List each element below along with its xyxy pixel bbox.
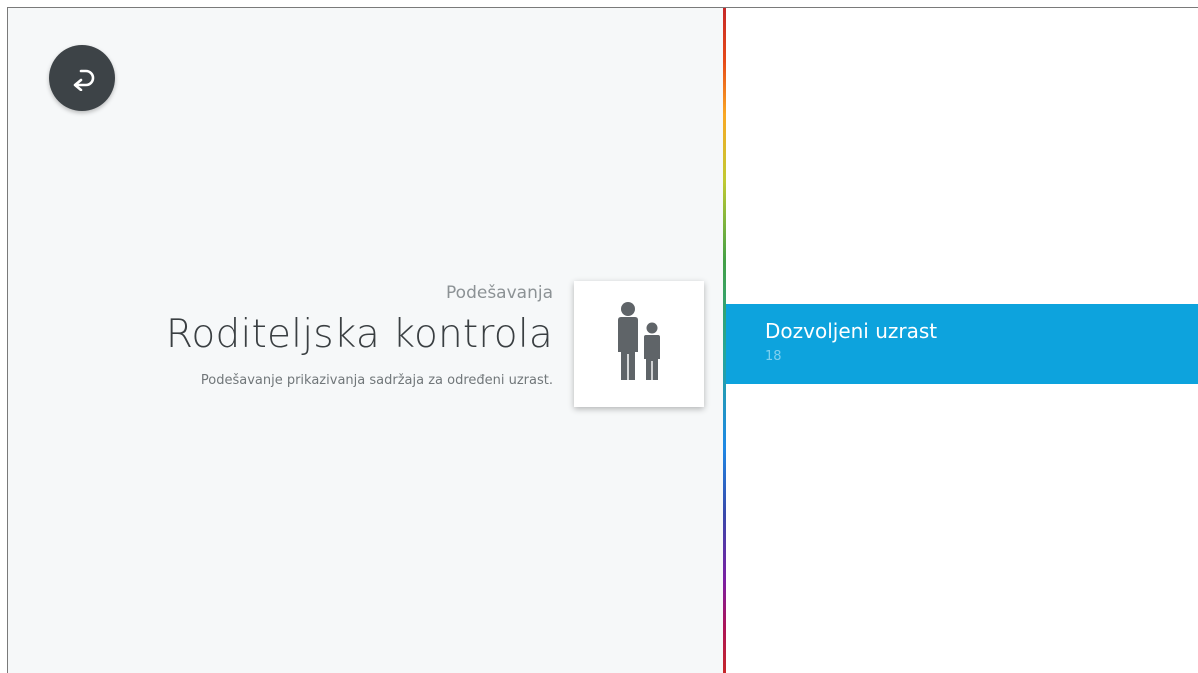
parental-control-card xyxy=(574,281,704,407)
menu-item-label: Dozvoljeni uzrast xyxy=(765,319,938,343)
back-button[interactable] xyxy=(49,45,115,111)
menu-item-allowed-age[interactable]: Dozvoljeni uzrast 18 xyxy=(726,304,1198,384)
family-icon xyxy=(611,300,667,388)
menu-item-value: 18 xyxy=(765,349,782,364)
page-description: Podešavanje prikazivanja sadržaja za odr… xyxy=(200,373,553,388)
options-panel: Dozvoljeni uzrast 18 xyxy=(726,8,1198,673)
breadcrumb: Podešavanja xyxy=(446,283,553,303)
heading-block: Podešavanja Roditeljska kontrola Podešav… xyxy=(166,282,553,390)
back-arrow-icon xyxy=(67,65,97,91)
settings-screen: Podešavanja Roditeljska kontrola Podešav… xyxy=(7,7,1198,673)
page-title: Roditeljska kontrola xyxy=(165,312,553,357)
